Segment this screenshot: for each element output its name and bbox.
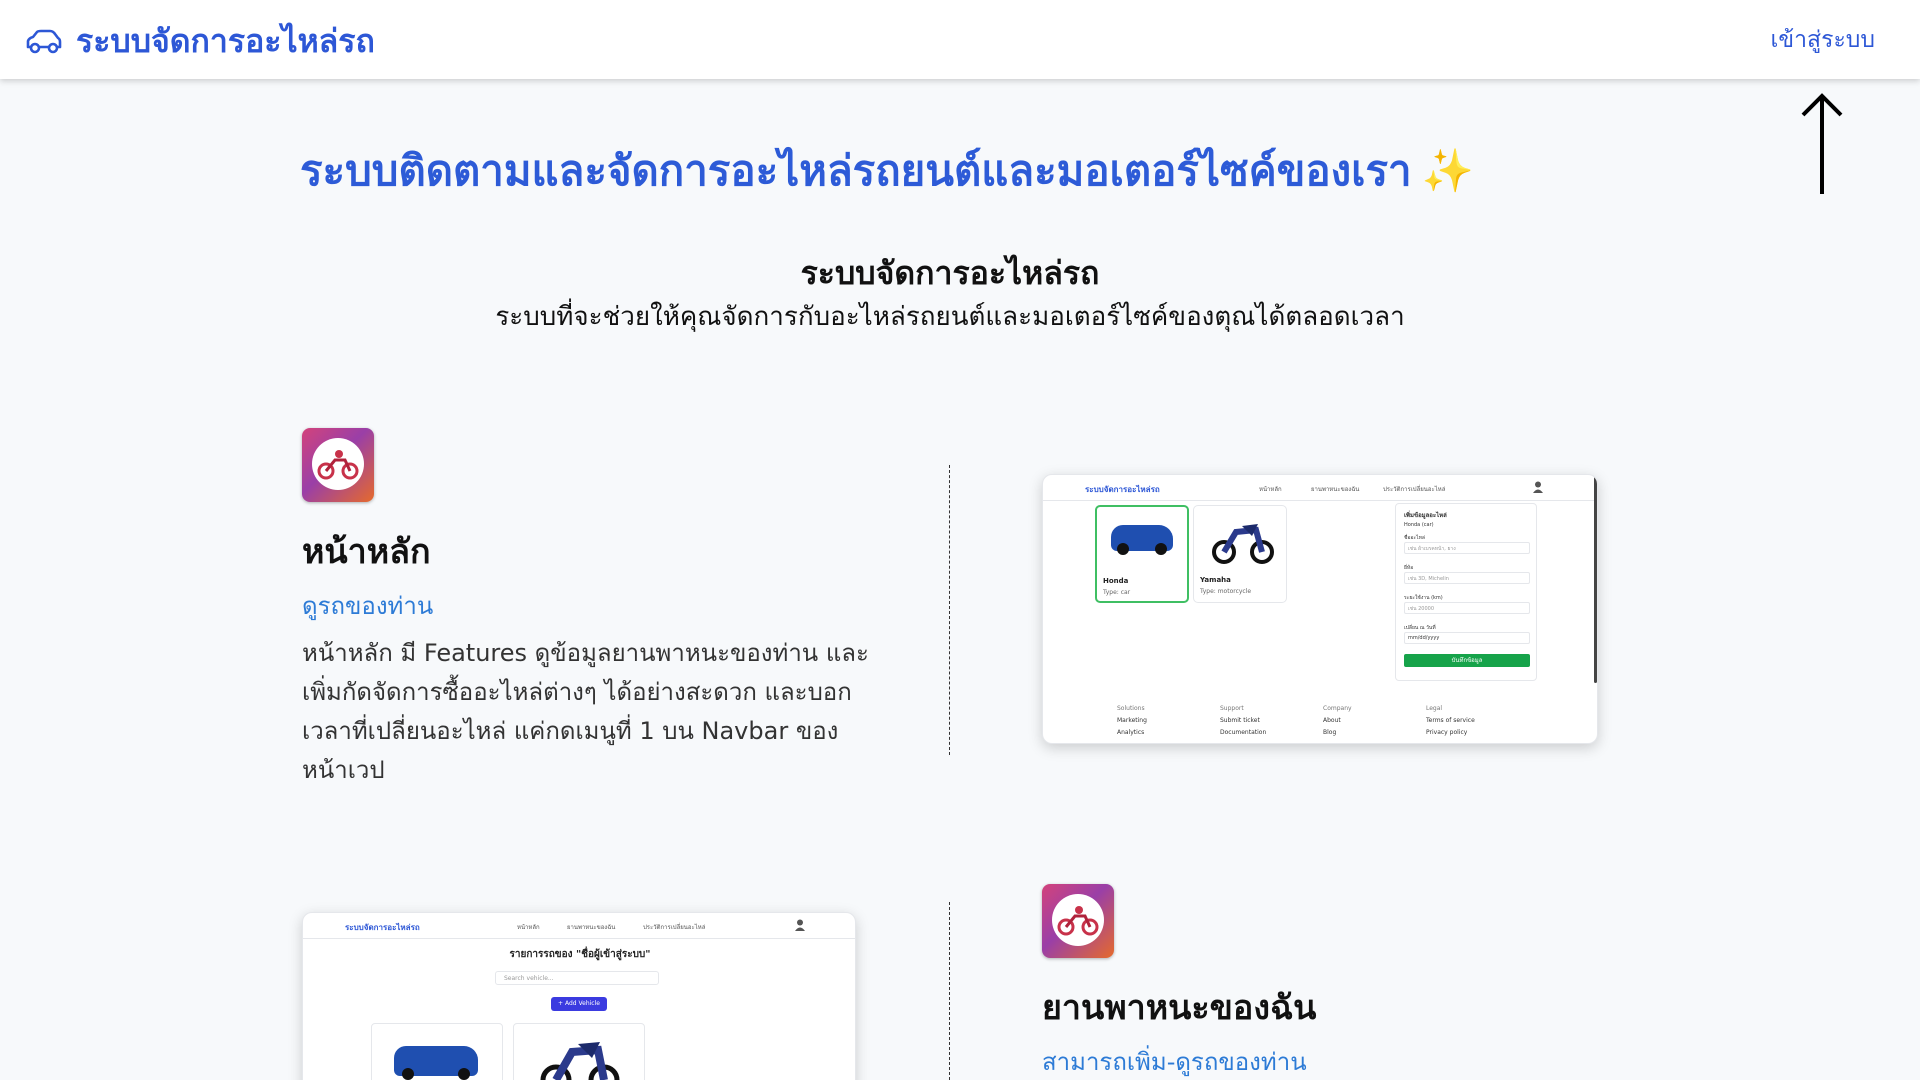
vehicle-card: [513, 1023, 645, 1080]
footer-column: Support Submit ticket Documentation: [1220, 703, 1266, 739]
vehicle-name: Yamaha: [1200, 576, 1231, 584]
footer-heading: Company: [1323, 705, 1352, 712]
mock-nav-link: ประวัติการเปลี่ยนอะไหล่: [643, 924, 706, 931]
brand-link[interactable]: ระบบจัดการอะไหล่รถ: [24, 16, 375, 67]
mock-nav-link: ประวัติการเปลี่ยนอะไหล่: [1383, 486, 1446, 493]
vehicle-name: Honda: [1103, 577, 1129, 585]
user-icon: [1533, 481, 1543, 493]
mock-brand: ระบบจัดการอะไหล่รถ: [345, 923, 420, 932]
section-heading: ระบบจัดการอะไหล่รถ: [800, 254, 1100, 292]
footer-link: Blog: [1323, 729, 1337, 736]
feature-title: ยานพาหนะของฉัน: [1042, 988, 1317, 1028]
vehicle-card: Yamaha Type: motorcycle: [1193, 505, 1287, 603]
footer-column: Solutions Marketing Analytics: [1117, 703, 1147, 739]
car-icon: [26, 29, 62, 53]
app-logo-icon: [302, 428, 374, 502]
homepage-screenshot: ระบบจัดการอะไหล่รถ หน้าหลัก ยานพาหนะของฉ…: [1042, 474, 1598, 744]
user-icon: [795, 919, 805, 931]
add-part-form: เพิ่มข้อมูลอะไหล่ Honda (car) ชื่ออะไหล่…: [1395, 503, 1537, 681]
search-input: Search vehicle...: [495, 971, 659, 985]
up-arrow-icon: [1801, 93, 1843, 194]
footer-link: Analytics: [1117, 729, 1145, 736]
feature-subtitle: ดูรถของท่าน: [302, 592, 434, 620]
footer-link: Terms of service: [1426, 717, 1475, 724]
section-subheading: ระบบที่จะช่วยให้คุณจัดการกับอะไหล่รถยนต์…: [495, 302, 1405, 332]
mock-nav-link: หน้าหลัก: [1259, 486, 1282, 493]
footer-heading: Solutions: [1117, 705, 1145, 712]
divider: [949, 902, 950, 1080]
form-label: เปลี่ยน ณ วันที่: [1404, 625, 1436, 631]
footer-heading: Legal: [1426, 705, 1443, 712]
login-link[interactable]: เข้าสู่ระบบ: [1771, 22, 1875, 58]
feature-title: หน้าหลัก: [302, 532, 431, 572]
vehicle-type: Type: car: [1103, 589, 1131, 596]
vehicle-card: Honda Type: car: [1095, 505, 1189, 603]
sparkles-icon: ✨: [1421, 146, 1474, 195]
footer-link: Documentation: [1220, 729, 1267, 736]
footer-column: Legal Terms of service Privacy policy: [1426, 703, 1475, 739]
mock-navbar: ระบบจัดการอะไหล่รถ หน้าหลัก ยานพาหนะของฉ…: [303, 913, 855, 939]
form-label: ระยะใช้งาน (km): [1404, 595, 1443, 601]
scrollbar: [1594, 477, 1597, 683]
hero-title-text: ระบบติดตามและจัดการอะไหล่รถยนต์และมอเตอร…: [300, 146, 1412, 195]
footer-link: About: [1323, 717, 1341, 724]
divider: [949, 465, 950, 755]
feature-subtitle: สามารถเพิ่ม-ดูรถของท่าน: [1042, 1048, 1307, 1076]
mock-nav-link: ยานพาหนะของฉัน: [567, 924, 616, 931]
form-vehicle: Honda (car): [1404, 522, 1434, 528]
form-input: เช่น 20000: [1404, 602, 1530, 614]
feature-description: หน้าหลัก มี Features ดูข้อมูลยานพาหนะของ…: [302, 639, 869, 784]
form-label: ยี่ห้อ: [1404, 565, 1414, 571]
mock-title: รายการรถของ "ชื่อผู้เข้าสู่ระบบ": [509, 949, 651, 960]
brand-name: ระบบจัดการอะไหล่รถ: [76, 22, 375, 60]
footer-link: Marketing: [1117, 717, 1147, 724]
save-button: บันทึกข้อมูล: [1404, 654, 1530, 667]
mock-nav-link: ยานพาหนะของฉัน: [1311, 486, 1360, 493]
form-input: เช่น ผ้าเบรคหน้า, ยาง: [1404, 542, 1530, 554]
form-input: เช่น 3D, Michelin: [1404, 572, 1530, 584]
footer-column: Company About Blog: [1323, 703, 1352, 739]
footer-heading: Support: [1220, 705, 1244, 712]
form-label: ชื่ออะไหล่: [1404, 535, 1425, 541]
mock-brand: ระบบจัดการอะไหล่รถ: [1085, 485, 1160, 494]
vehicle-type: Type: motorcycle: [1200, 588, 1252, 595]
footer-link: Submit ticket: [1220, 717, 1260, 724]
add-vehicle-button: + Add Vehicle: [551, 997, 607, 1011]
vehicle-card: [371, 1023, 503, 1080]
mock-nav-link: หน้าหลัก: [517, 924, 540, 931]
mock-navbar: ระบบจัดการอะไหล่รถ หน้าหลัก ยานพาหนะของฉ…: [1043, 475, 1597, 501]
hero-title: ระบบติดตามและจัดการอะไหล่รถยนต์และมอเตอร…: [300, 138, 1474, 204]
date-input: mm/dd/yyyy: [1404, 632, 1530, 644]
footer-link: Privacy policy: [1426, 729, 1468, 736]
form-title: เพิ่มข้อมูลอะไหล่: [1404, 512, 1447, 519]
vehicles-screenshot: ระบบจัดการอะไหล่รถ หน้าหลัก ยานพาหนะของฉ…: [302, 912, 856, 1080]
navbar: ระบบจัดการอะไหล่รถ เข้าสู่ระบบ: [0, 0, 1920, 79]
app-logo-icon: [1042, 884, 1114, 958]
